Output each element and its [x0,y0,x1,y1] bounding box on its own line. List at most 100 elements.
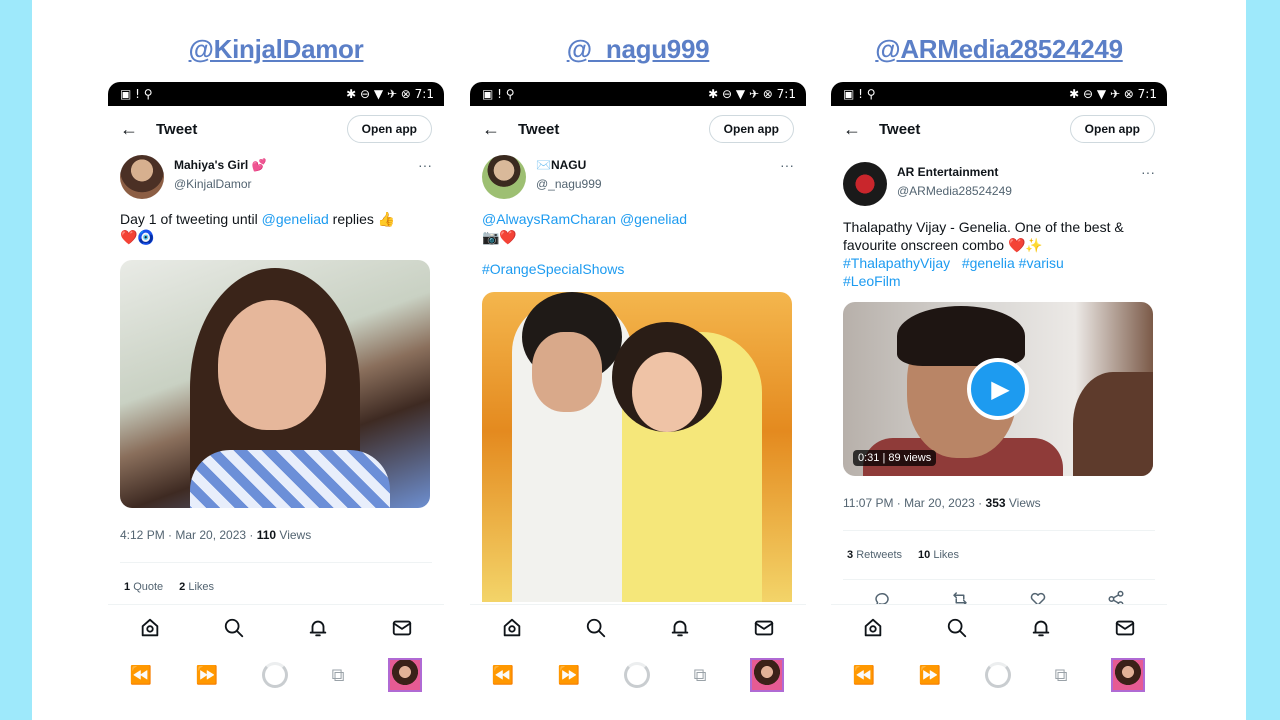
tweet-meta: 11:07 PM · Mar 20, 2023 · 353 Views [843,496,1155,531]
emoji-text: ❤️🧿 [120,229,155,245]
avatar[interactable] [843,162,887,206]
stat-retweets[interactable]: 3 Retweets [847,549,902,561]
tweet-video[interactable]: ▶ 0:31 | 89 views [843,302,1153,476]
bell-icon[interactable] [307,617,329,639]
open-app-button[interactable]: Open app [1069,115,1155,143]
rewind-icon[interactable]: ⏪ [853,665,875,686]
fast-forward-icon[interactable]: ⏩ [196,665,218,686]
stat-likes[interactable]: 2 Likes [179,581,214,593]
stat-label: Retweets [856,549,903,561]
stat-likes[interactable]: 10 Likes [918,549,959,561]
mail-icon[interactable] [1114,617,1136,639]
header-title: Tweet [879,120,921,138]
mention-link[interactable]: @AlwaysRamCharan [482,211,616,227]
tweet-text-part: Thalapathy Vijay - Genelia. One of the b… [843,219,1124,253]
media-controls: ⏪ ⏩ ⧉ [108,650,444,700]
phone-screen: ▣ ! ⚲ ✱ ⊖ ▼ ✈ ⊗ 7:1 ← Tweet Open app AR … [831,82,1167,720]
hashtag-link[interactable]: #genelia [962,255,1015,271]
hashtag-link[interactable]: #ThalapathyVijay [843,255,950,271]
home-icon[interactable] [862,617,884,639]
tweet-photo[interactable] [120,260,430,508]
cast-icon[interactable]: ⧉ [332,665,345,686]
bottom-nav [470,604,806,650]
tweet-text: Day 1 of tweeting until @geneliad replie… [120,210,432,246]
bell-icon[interactable] [1030,617,1052,639]
more-icon[interactable]: ··· [1141,164,1155,180]
author-row: Mahiya's Girl 💕 @KinjalDamor ··· [120,152,432,202]
cast-icon[interactable]: ⧉ [694,665,707,686]
tweet-photo[interactable] [482,292,792,602]
media-controls: ⏪ ⏩ ⧉ [831,650,1167,700]
photo-person-1-face [532,332,602,412]
author-names: ✉️NAGU @_nagu999 [536,155,770,191]
stat-label: Likes [933,549,960,561]
arrow-left-icon[interactable]: ← [843,119,879,140]
mail-icon[interactable] [753,617,775,639]
cast-icon[interactable]: ⧉ [1055,665,1068,686]
display-name[interactable]: ✉️NAGU [536,158,770,172]
stat-label: Likes [188,581,215,593]
display-name[interactable]: AR Entertainment [897,165,1131,179]
rewind-icon[interactable]: ⏪ [130,665,152,686]
author-row: ✉️NAGU @_nagu999 ··· [482,152,794,202]
username[interactable]: @_nagu999 [536,177,770,191]
mention-link[interactable]: @geneliad [262,211,329,227]
rewind-icon[interactable]: ⏪ [492,665,514,686]
status-right-icons: ✱ ⊖ ▼ ✈ ⊗ 7:1 [708,87,796,101]
photo-face [218,300,326,430]
open-app-button[interactable]: Open app [346,115,432,143]
header-title: Tweet [156,120,198,138]
timestamp[interactable]: 4:12 PM · Mar 20, 2023 · [120,528,257,542]
home-icon[interactable] [501,617,523,639]
status-left-icons: ▣ ! ⚲ [482,87,515,101]
home-icon[interactable] [139,617,161,639]
display-name[interactable]: Mahiya's Girl 💕 [174,158,408,172]
video-views: 89 views [888,452,932,464]
status-right-icons: ✱ ⊖ ▼ ✈ ⊗ 7:1 [346,87,434,101]
views-count: 110 [256,528,277,542]
video-hair [897,306,1025,366]
hashtag-link[interactable]: #LeoFilm [843,273,901,289]
author-names: AR Entertainment @ARMedia28524249 [897,162,1131,198]
mention-link[interactable]: @geneliad [620,211,687,227]
arrow-left-icon[interactable]: ← [120,119,156,140]
hashtag-link[interactable]: #OrangeSpecialShows [482,260,624,278]
bottom-nav [108,604,444,650]
search-icon[interactable] [946,617,968,639]
mail-icon[interactable] [391,617,413,639]
fast-forward-icon[interactable]: ⏩ [919,665,941,686]
video-thumbnail[interactable] [388,658,423,692]
timestamp[interactable]: 11:07 PM · Mar 20, 2023 · [843,496,986,510]
loading-icon [623,662,650,688]
emoji-text: 📷❤️ [482,229,517,245]
stat-quotes[interactable]: 1 Quote [124,581,163,593]
account-handle-link[interactable]: @ARMedia28524249 [831,34,1167,65]
views-label: Views [276,528,312,542]
open-app-button[interactable]: Open app [708,115,794,143]
more-icon[interactable]: ··· [780,157,794,173]
avatar[interactable] [482,155,526,199]
stat-count: 10 [918,549,931,561]
tweet-text-part: Day 1 of tweeting until [120,211,262,227]
status-bar: ▣ ! ⚲ ✱ ⊖ ▼ ✈ ⊗ 7:1 [470,82,806,106]
photo-person-2-face [632,352,702,432]
search-icon[interactable] [585,617,607,639]
video-thumbnail[interactable] [1111,658,1146,692]
more-icon[interactable]: ··· [418,157,432,173]
username[interactable]: @ARMedia28524249 [897,184,1131,198]
video-thumbnail[interactable] [750,658,785,692]
bell-icon[interactable] [669,617,691,639]
play-icon[interactable]: ▶ [967,358,1029,420]
avatar[interactable] [120,155,164,199]
account-handle-link[interactable]: @KinjalDamor [108,34,444,65]
username[interactable]: @KinjalDamor [174,177,408,191]
fast-forward-icon[interactable]: ⏩ [558,665,580,686]
tweet: ✉️NAGU @_nagu999 ··· @AlwaysRamCharan @g… [470,152,806,602]
search-icon[interactable] [223,617,245,639]
arrow-left-icon[interactable]: ← [482,119,518,140]
loading-icon [984,662,1011,688]
column-kinjaldamor: @KinjalDamor ▣ ! ⚲ ✱ ⊖ ▼ ✈ ⊗ 7:1 ← Tweet… [108,0,444,720]
tweet: Mahiya's Girl 💕 @KinjalDamor ··· Day 1 o… [108,152,444,612]
hashtag-link[interactable]: #varisu [1019,255,1064,271]
account-handle-link[interactable]: @_nagu999 [470,34,806,65]
